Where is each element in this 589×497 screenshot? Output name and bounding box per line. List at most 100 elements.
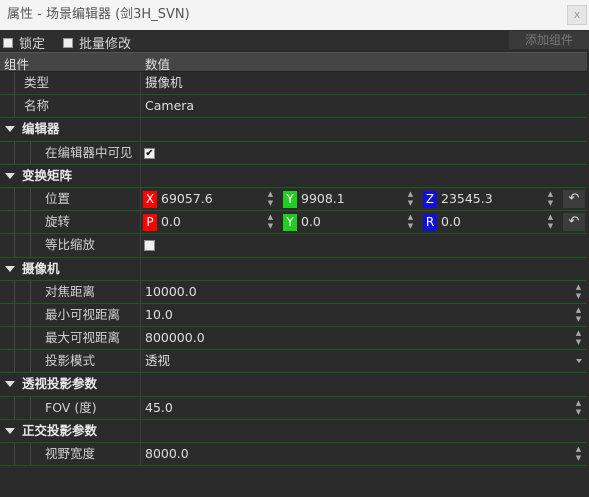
indent-guide: [30, 187, 31, 211]
column-divider[interactable]: [140, 443, 141, 466]
close-icon[interactable]: x: [567, 5, 587, 25]
focus-distance-value[interactable]: 10000.0: [145, 281, 197, 303]
indent-guide: [30, 327, 31, 350]
name-label: 名称: [24, 98, 50, 114]
fov-label: FOV (度): [45, 399, 97, 415]
view-width-spinner[interactable]: ▲ ▼: [574, 445, 583, 463]
window-title: 属性 - 场景编辑器 (剑3H_SVN): [7, 7, 190, 22]
lock-label: 锁定: [19, 37, 46, 52]
focus-distance-spinner[interactable]: ▲ ▼: [574, 283, 583, 301]
lock-checkbox[interactable]: 锁定: [3, 33, 45, 52]
position-y-spinner[interactable]: ▲ ▼: [406, 190, 415, 208]
property-row-min-view-distance: 最小可视距离 10.0 ▲ ▼: [0, 303, 587, 328]
axis-y-badge: Y: [283, 190, 297, 208]
indent-guide: [14, 443, 15, 466]
indent-guide: [30, 280, 31, 303]
rotation-y-spinner[interactable]: ▲ ▼: [406, 213, 415, 231]
collapse-triangle-icon[interactable]: [5, 126, 15, 133]
position-z-value[interactable]: 23545.3: [441, 188, 493, 210]
column-divider[interactable]: [140, 280, 141, 303]
visible-in-editor-checkbox[interactable]: ✔: [144, 147, 155, 159]
property-row-name: 名称 Camera: [0, 95, 587, 119]
fov-value[interactable]: 45.0: [145, 397, 173, 419]
indent-guide: [14, 95, 15, 118]
collapse-triangle-icon[interactable]: [5, 172, 15, 179]
indent-guide: [14, 211, 15, 234]
uniform-scale-label: 等比缩放: [45, 237, 96, 253]
lock-checkbox-box[interactable]: [3, 37, 13, 48]
column-divider[interactable]: [140, 95, 141, 118]
section-camera[interactable]: 摄像机: [0, 257, 587, 281]
max-view-distance-spinner[interactable]: ▲ ▼: [574, 329, 583, 347]
min-view-distance-spinner[interactable]: ▲ ▼: [574, 306, 583, 324]
name-value[interactable]: Camera: [145, 95, 194, 117]
min-view-distance-value[interactable]: 10.0: [145, 304, 173, 326]
column-divider[interactable]: [140, 327, 141, 350]
collapse-triangle-icon[interactable]: [5, 265, 15, 272]
rotation-p-value[interactable]: 0.0: [161, 211, 181, 233]
column-divider[interactable]: [140, 234, 141, 257]
rotation-y-value[interactable]: 0.0: [301, 211, 321, 233]
column-divider[interactable]: [140, 211, 141, 234]
section-camera-label: 摄像机: [22, 260, 60, 276]
indent-guide: [14, 327, 15, 350]
position-y-value[interactable]: 9908.1: [301, 188, 345, 210]
uniform-scale-checkbox[interactable]: [144, 240, 155, 252]
collapse-triangle-icon[interactable]: [5, 427, 15, 434]
indent-guide: [14, 187, 15, 211]
value-column-header[interactable]: 数值: [145, 54, 170, 73]
position-z-spinner[interactable]: ▲ ▼: [546, 190, 555, 208]
indent-guide: [30, 234, 31, 257]
undo-arrow-icon[interactable]: ↶: [563, 213, 585, 232]
column-header: 组件 数值: [0, 52, 587, 72]
component-column-header[interactable]: 组件: [4, 54, 29, 73]
property-row-rotation: 旋转 P 0.0 ▲ ▼ Y 0.0 ▲ ▼ R 0.0 ▲ ▼ ↶: [0, 211, 587, 235]
column-divider[interactable]: [140, 118, 141, 141]
property-row-fov: FOV (度) 45.0 ▲ ▼: [0, 396, 587, 420]
batch-edit-checkbox-box[interactable]: [63, 37, 73, 48]
rotation-r-value[interactable]: 0.0: [441, 211, 461, 233]
section-transform[interactable]: 变换矩阵: [0, 164, 587, 188]
column-divider[interactable]: [140, 373, 141, 396]
max-view-distance-value[interactable]: 800000.0: [145, 327, 205, 349]
property-row-type: 类型 摄像机: [0, 72, 587, 96]
batch-edit-checkbox[interactable]: 批量修改: [63, 33, 131, 52]
section-editor[interactable]: 编辑器: [0, 118, 587, 142]
column-divider[interactable]: [140, 396, 141, 419]
column-divider[interactable]: [140, 141, 141, 164]
column-divider[interactable]: [140, 303, 141, 327]
type-label: 类型: [24, 75, 50, 90]
section-orthographic[interactable]: 正交投影参数: [0, 419, 587, 443]
column-divider[interactable]: [140, 164, 141, 187]
rotation-r-spinner[interactable]: ▲ ▼: [546, 213, 555, 231]
position-x-value[interactable]: 69057.6: [161, 188, 213, 210]
indent-guide: [30, 396, 31, 419]
column-divider[interactable]: [140, 72, 141, 95]
fov-spinner[interactable]: ▲ ▼: [574, 399, 583, 417]
undo-arrow-icon[interactable]: ↶: [563, 189, 585, 208]
indent-guide: [14, 396, 15, 419]
indent-guide: [14, 350, 15, 373]
column-divider[interactable]: [140, 419, 141, 442]
add-component-button[interactable]: 添加组件: [509, 31, 589, 49]
column-divider[interactable]: [140, 350, 141, 373]
indent-guide: [30, 350, 31, 373]
indent-guide: [14, 303, 15, 327]
checkmark-icon: ✔: [145, 147, 154, 159]
focus-distance-label: 对焦距离: [45, 283, 96, 299]
column-divider[interactable]: [140, 187, 141, 211]
rotation-p-spinner[interactable]: ▲ ▼: [266, 213, 275, 231]
indent-guide: [30, 303, 31, 327]
property-grid: 类型 摄像机 名称 Camera 编辑器 在编辑器中可见 ✔ 变换矩阵 位置 X…: [0, 72, 587, 467]
axis-z-badge: Z: [423, 190, 437, 208]
collapse-triangle-icon[interactable]: [5, 381, 15, 388]
projection-mode-select[interactable]: 透视: [145, 350, 170, 372]
chevron-down-icon[interactable]: [576, 359, 582, 364]
column-divider[interactable]: [140, 257, 141, 280]
position-x-spinner[interactable]: ▲ ▼: [266, 190, 275, 208]
view-width-value[interactable]: 8000.0: [145, 443, 189, 465]
property-row-focus-distance: 对焦距离 10000.0 ▲ ▼: [0, 280, 587, 304]
section-perspective[interactable]: 透视投影参数: [0, 373, 587, 397]
indent-guide: [30, 141, 31, 164]
axis-r-badge: R: [423, 214, 437, 232]
